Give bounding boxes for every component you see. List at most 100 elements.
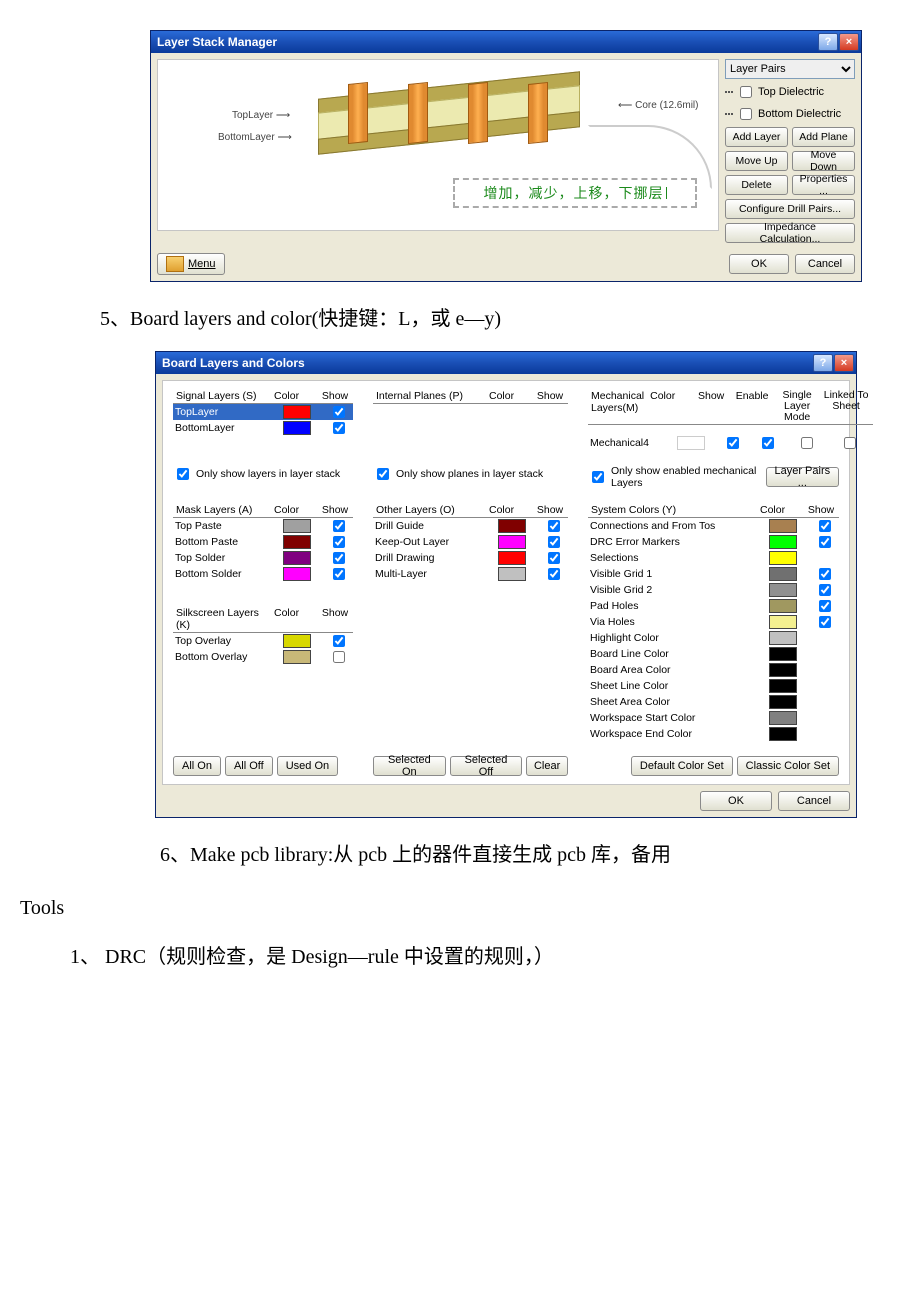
color-swatch[interactable]	[283, 535, 311, 549]
list-item[interactable]: Bottom Solder	[173, 566, 353, 582]
color-swatch[interactable]	[769, 583, 797, 597]
show-checkbox[interactable]	[333, 552, 345, 564]
list-item[interactable]: DRC Error Markers	[588, 534, 839, 550]
list-item[interactable]: Multi-Layer	[373, 566, 568, 582]
color-swatch[interactable]	[769, 727, 797, 741]
close-button[interactable]: ×	[834, 354, 854, 372]
color-swatch[interactable]	[769, 695, 797, 709]
show-checkbox[interactable]	[333, 568, 345, 580]
help-button[interactable]	[818, 33, 838, 51]
list-item[interactable]: TopLayer	[173, 404, 353, 420]
list-item[interactable]: Keep-Out Layer	[373, 534, 568, 550]
color-swatch[interactable]	[498, 567, 526, 581]
list-item[interactable]: Pad Holes	[588, 598, 839, 614]
selected-off-button[interactable]: Selected Off	[450, 756, 523, 776]
show-checkbox[interactable]	[333, 520, 345, 532]
all-on-button[interactable]: All On	[173, 756, 221, 776]
titlebar[interactable]: Board Layers and Colors ×	[156, 352, 856, 374]
titlebar[interactable]: Layer Stack Manager ×	[151, 31, 861, 53]
move-up-button[interactable]: Move Up	[725, 151, 788, 171]
add-layer-button[interactable]: Add Layer	[725, 127, 788, 147]
help-button[interactable]	[813, 354, 833, 372]
list-item[interactable]: Top Overlay	[173, 633, 353, 649]
show-checkbox[interactable]	[727, 437, 739, 449]
list-item[interactable]: Selections	[588, 550, 839, 566]
list-item[interactable]: Workspace End Color	[588, 726, 839, 742]
list-item[interactable]: Bottom Paste	[173, 534, 353, 550]
enable-checkbox[interactable]	[762, 437, 774, 449]
menu-button[interactable]: Menu	[157, 253, 225, 275]
color-swatch[interactable]	[769, 679, 797, 693]
show-checkbox[interactable]	[333, 406, 345, 418]
show-checkbox[interactable]	[819, 584, 831, 596]
properties-button[interactable]: Properties ...	[792, 175, 855, 195]
linked-to-sheet-checkbox[interactable]	[844, 437, 856, 449]
selected-on-button[interactable]: Selected On	[373, 756, 446, 776]
delete-button[interactable]: Delete	[725, 175, 788, 195]
layer-pairs-button[interactable]: Layer Pairs ...	[766, 467, 839, 487]
single-layer-checkbox[interactable]	[801, 437, 813, 449]
list-item[interactable]: Board Area Color	[588, 662, 839, 678]
color-swatch[interactable]	[769, 663, 797, 677]
list-item[interactable]: Workspace Start Color	[588, 710, 839, 726]
color-swatch[interactable]	[769, 535, 797, 549]
show-checkbox[interactable]	[333, 635, 345, 647]
color-swatch[interactable]	[769, 519, 797, 533]
list-item[interactable]: Highlight Color	[588, 630, 839, 646]
color-swatch[interactable]	[283, 551, 311, 565]
list-item[interactable]: Drill Guide	[373, 518, 568, 534]
cancel-button[interactable]: Cancel	[795, 254, 855, 274]
show-checkbox[interactable]	[333, 651, 345, 663]
color-swatch[interactable]	[283, 567, 311, 581]
clear-button[interactable]: Clear	[526, 756, 568, 776]
configure-drill-pairs-button[interactable]: Configure Drill Pairs...	[725, 199, 855, 219]
color-swatch[interactable]	[769, 711, 797, 725]
show-checkbox[interactable]	[819, 616, 831, 628]
color-swatch[interactable]	[283, 634, 311, 648]
color-swatch[interactable]	[769, 551, 797, 565]
color-swatch[interactable]	[283, 405, 311, 419]
show-checkbox[interactable]	[548, 536, 560, 548]
used-on-button[interactable]: Used On	[277, 756, 338, 776]
list-item[interactable]: Board Line Color	[588, 646, 839, 662]
color-swatch[interactable]	[769, 631, 797, 645]
color-swatch[interactable]	[677, 436, 705, 450]
color-swatch[interactable]	[498, 551, 526, 565]
ok-button[interactable]: OK	[729, 254, 789, 274]
only-show-mechanical-checkbox[interactable]: Only show enabled mechanical Layers	[588, 465, 766, 489]
ok-button[interactable]: OK	[700, 791, 772, 811]
layer-pairs-combo[interactable]: Layer Pairs	[725, 59, 855, 79]
color-swatch[interactable]	[769, 567, 797, 581]
show-checkbox[interactable]	[333, 422, 345, 434]
top-dielectric-toggle[interactable]: Top Dielectric	[725, 83, 855, 101]
cancel-button[interactable]: Cancel	[778, 791, 850, 811]
impedance-calculation-button[interactable]: Impedance Calculation...	[725, 223, 855, 243]
show-checkbox[interactable]	[548, 552, 560, 564]
color-swatch[interactable]	[283, 421, 311, 435]
list-item[interactable]: BottomLayer	[173, 420, 353, 436]
only-show-planes-checkbox[interactable]: Only show planes in layer stack	[373, 465, 568, 483]
color-swatch[interactable]	[498, 535, 526, 549]
list-item[interactable]: Bottom Overlay	[173, 649, 353, 665]
list-item[interactable]: Top Solder	[173, 550, 353, 566]
list-item[interactable]: Top Paste	[173, 518, 353, 534]
color-swatch[interactable]	[769, 599, 797, 613]
only-show-layers-checkbox[interactable]: Only show layers in layer stack	[173, 465, 353, 483]
show-checkbox[interactable]	[819, 520, 831, 532]
bottom-dielectric-toggle[interactable]: Bottom Dielectric	[725, 105, 855, 123]
show-checkbox[interactable]	[819, 600, 831, 612]
list-item[interactable]: Sheet Area Color	[588, 694, 839, 710]
list-item[interactable]: Visible Grid 1	[588, 566, 839, 582]
list-item[interactable]: Via Holes	[588, 614, 839, 630]
list-item[interactable]: Drill Drawing	[373, 550, 568, 566]
all-off-button[interactable]: All Off	[225, 756, 273, 776]
color-swatch[interactable]	[283, 650, 311, 664]
color-swatch[interactable]	[769, 615, 797, 629]
show-checkbox[interactable]	[819, 536, 831, 548]
add-plane-button[interactable]: Add Plane	[792, 127, 855, 147]
show-checkbox[interactable]	[548, 520, 560, 532]
color-swatch[interactable]	[283, 519, 311, 533]
show-checkbox[interactable]	[548, 568, 560, 580]
list-item[interactable]: Mechanical4	[588, 435, 873, 451]
color-swatch[interactable]	[769, 647, 797, 661]
